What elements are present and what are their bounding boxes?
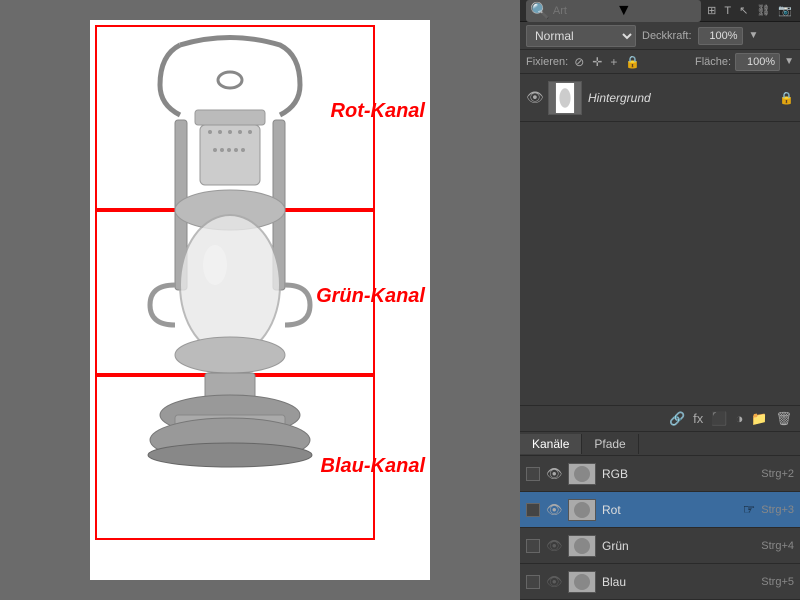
opacity-input[interactable] [698,27,743,45]
rot-kanal-label: Rot-Kanal [331,100,425,123]
channel-check-rot[interactable] [526,503,540,517]
channel-grun[interactable]: 👁 Grün Strg+4 [520,528,800,564]
channel-eye-rot[interactable]: 👁 [546,502,562,518]
link2-icon[interactable]: ⛓ [754,4,772,17]
bottom-section: 🔗 fx ⬛ ◑ 📁 🗑 Kanäle Pfade 👁 RGB Strg+2 👁 [520,405,800,600]
tab-kanale[interactable]: Kanäle [520,434,582,454]
grun-kanal-label: Grün-Kanal [316,285,425,308]
lock-icons-group: ⊘ ✛ + 🔒 [572,55,691,69]
canvas-document: Rot-Kanal Grün-Kanal Blau-Kanal [90,20,430,580]
channel-thumb-rot [568,499,596,521]
channel-thumb-grun [568,535,596,557]
opacity-arrow[interactable]: ▼ [749,30,759,41]
channel-rgb[interactable]: 👁 RGB Strg+2 [520,456,800,492]
blend-mode-select[interactable]: Normal [526,25,636,47]
channel-rot[interactable]: 👁 Rot ☞ Strg+3 [520,492,800,528]
channel-shortcut-blau: Strg+5 [761,576,794,588]
flache-input[interactable] [735,53,780,71]
link-icon[interactable]: 🔗 [669,411,685,427]
channel-check-blau[interactable] [526,575,540,589]
layer-name-text: Hintergrund [588,91,773,105]
opacity-label: Deckkraft: [642,30,692,42]
channel-eye-blau[interactable]: 👁 [546,574,562,590]
checkered-lock-icon[interactable]: ⊘ [572,55,586,69]
bottom-icons-row: 🔗 fx ⬛ ◑ 📁 🗑 [520,406,800,432]
layer-lock-icon: 🔒 [779,91,794,105]
layers-section: 👁 Hintergrund 🔒 [520,74,800,405]
delete-icon[interactable]: 🗑 [775,411,792,427]
hand-cursor-icon: ☞ [743,501,756,518]
channel-thumb-rgb [568,463,596,485]
blend-mode-row: Normal Deckkraft: ▼ [520,22,800,50]
channel-eye-grun[interactable]: 👁 [546,538,562,554]
blau-kanal-label: Blau-Kanal [321,455,425,478]
dropdown-arrow[interactable]: ▼ [616,2,632,20]
layer-eye-icon[interactable]: 👁 [526,89,542,106]
fx-icon[interactable]: fx [693,411,703,426]
layer-item-hintergrund[interactable]: 👁 Hintergrund 🔒 [520,74,800,122]
lock-icon[interactable]: 🔒 [623,55,642,69]
adjust-icon[interactable]: ◑ [735,411,743,426]
folder-icon[interactable]: 📁 [751,411,767,427]
flache-label: Fläche: [695,56,731,68]
camera-icon[interactable]: 📷 [776,4,794,17]
canvas-area: Rot-Kanal Grün-Kanal Blau-Kanal [0,0,520,600]
channel-check-grun[interactable] [526,539,540,553]
cursor-icon[interactable]: ↖ [737,4,750,17]
grid-icon[interactable]: ⊞ [705,4,718,17]
channel-name-blau: Blau [602,575,755,589]
channel-thumb-blau [568,571,596,593]
mask-icon[interactable]: ⬛ [711,411,727,427]
layer-thumbnail [548,81,582,115]
tab-pfade[interactable]: Pfade [582,434,638,454]
tabs-row: Kanäle Pfade [520,432,800,456]
channel-shortcut-rgb: Strg+2 [761,468,794,480]
flache-arrow[interactable]: ▼ [784,56,794,67]
right-panel: 🔍 ▼ ⊞ T ↖ ⛓ 📷 Normal Deckkraft: ▼ Fixier… [520,0,800,600]
channel-blau[interactable]: 👁 Blau Strg+5 [520,564,800,600]
channel-eye-rgb[interactable]: 👁 [546,466,562,482]
channel-shortcut-rot: Strg+3 [761,504,794,516]
plus-lock-icon[interactable]: + [608,55,619,69]
search-input[interactable] [553,5,613,17]
search-bar[interactable]: 🔍 ▼ [526,0,701,22]
channel-name-rgb: RGB [602,467,755,481]
top-toolbar: 🔍 ▼ ⊞ T ↖ ⛓ 📷 [520,0,800,22]
channel-name-grun: Grün [602,539,755,553]
channel-shortcut-grun: Strg+4 [761,540,794,552]
lock-row: Fixieren: ⊘ ✛ + 🔒 Fläche: ▼ [520,50,800,74]
move-lock-icon[interactable]: ✛ [590,55,604,69]
fixieren-label: Fixieren: [526,56,568,68]
search-icon: 🔍 [530,1,550,21]
channel-check-rgb[interactable] [526,467,540,481]
text-icon[interactable]: T [722,5,733,17]
channel-name-rot: Rot [602,503,737,517]
